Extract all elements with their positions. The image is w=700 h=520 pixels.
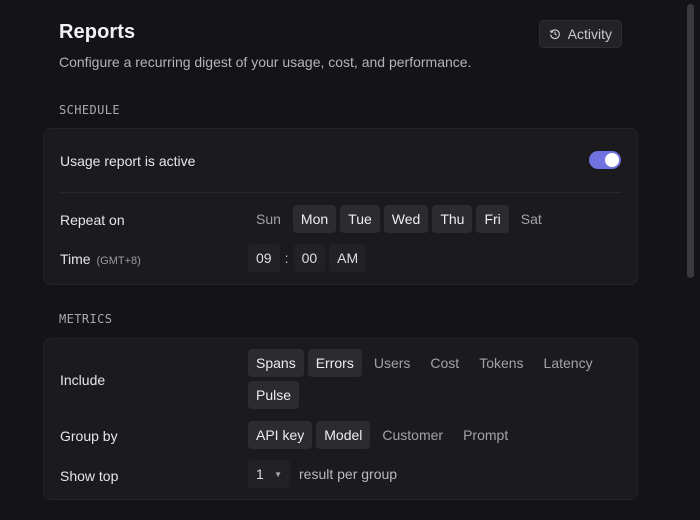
timezone-label: (GMT+8): [96, 255, 141, 267]
active-toggle[interactable]: [589, 151, 621, 169]
metric-errors[interactable]: Errors: [307, 349, 362, 377]
show-top-control: 1 ▼ result per group: [248, 460, 397, 488]
minute-input[interactable]: 00: [293, 244, 326, 272]
metrics-card: Include Spans Errors Users Cost Tokens L…: [43, 338, 638, 500]
day-tue[interactable]: Tue: [340, 205, 380, 233]
chevron-down-icon: ▼: [274, 469, 282, 479]
repeat-label: Repeat on: [60, 212, 125, 228]
day-wed[interactable]: Wed: [383, 205, 429, 233]
metric-tokens[interactable]: Tokens: [471, 349, 531, 377]
day-sun[interactable]: Sun: [248, 205, 289, 233]
group-customer[interactable]: Customer: [374, 421, 451, 449]
history-icon: [549, 28, 561, 40]
show-top-label: Show top: [60, 468, 119, 484]
day-fri[interactable]: Fri: [476, 205, 509, 233]
activity-label: Activity: [567, 26, 612, 42]
reports-page: Reports Configure a recurring digest of …: [43, 0, 638, 520]
day-mon[interactable]: Mon: [292, 205, 337, 233]
day-sat[interactable]: Sat: [513, 205, 550, 233]
activity-button[interactable]: Activity: [538, 20, 622, 48]
schedule-section-label: SCHEDULE: [59, 103, 120, 117]
day-thu[interactable]: Thu: [432, 205, 473, 233]
time-label-text: Time: [60, 251, 91, 267]
group-api-key[interactable]: API key: [248, 421, 313, 449]
include-picker: Spans Errors Users Cost Tokens Latency P…: [248, 349, 628, 409]
active-label: Usage report is active: [60, 153, 196, 169]
day-picker: Sun Mon Tue Wed Thu Fri Sat: [248, 205, 578, 233]
show-top-value: 1: [256, 466, 264, 482]
metric-pulse[interactable]: Pulse: [248, 381, 300, 409]
metric-latency[interactable]: Latency: [536, 349, 601, 377]
show-top-suffix: result per group: [299, 466, 398, 482]
time-picker: 09 : 00 AM: [248, 244, 367, 272]
time-label: Time (GMT+8): [60, 251, 141, 267]
include-label: Include: [60, 372, 106, 388]
hour-input[interactable]: 09: [248, 244, 280, 272]
group-model[interactable]: Model: [316, 421, 371, 449]
page-subtitle: Configure a recurring digest of your usa…: [59, 54, 472, 70]
ampm-select[interactable]: AM: [329, 244, 367, 272]
metrics-section-label: METRICS: [59, 312, 113, 326]
page-title: Reports: [59, 21, 136, 43]
time-separator: :: [284, 250, 289, 266]
group-by-picker: API key Model Customer Prompt: [248, 421, 628, 449]
divider: [60, 192, 621, 193]
group-prompt[interactable]: Prompt: [455, 421, 516, 449]
metric-users[interactable]: Users: [366, 349, 419, 377]
show-top-select[interactable]: 1 ▼: [248, 460, 290, 488]
metric-spans[interactable]: Spans: [248, 349, 304, 377]
metric-cost[interactable]: Cost: [422, 349, 467, 377]
page-header: Reports Configure a recurring digest of …: [59, 20, 622, 70]
group-by-label: Group by: [60, 428, 118, 444]
toggle-knob: [605, 153, 619, 167]
schedule-card: Usage report is active Repeat on Sun Mon…: [43, 128, 638, 285]
scrollbar[interactable]: [687, 4, 694, 278]
